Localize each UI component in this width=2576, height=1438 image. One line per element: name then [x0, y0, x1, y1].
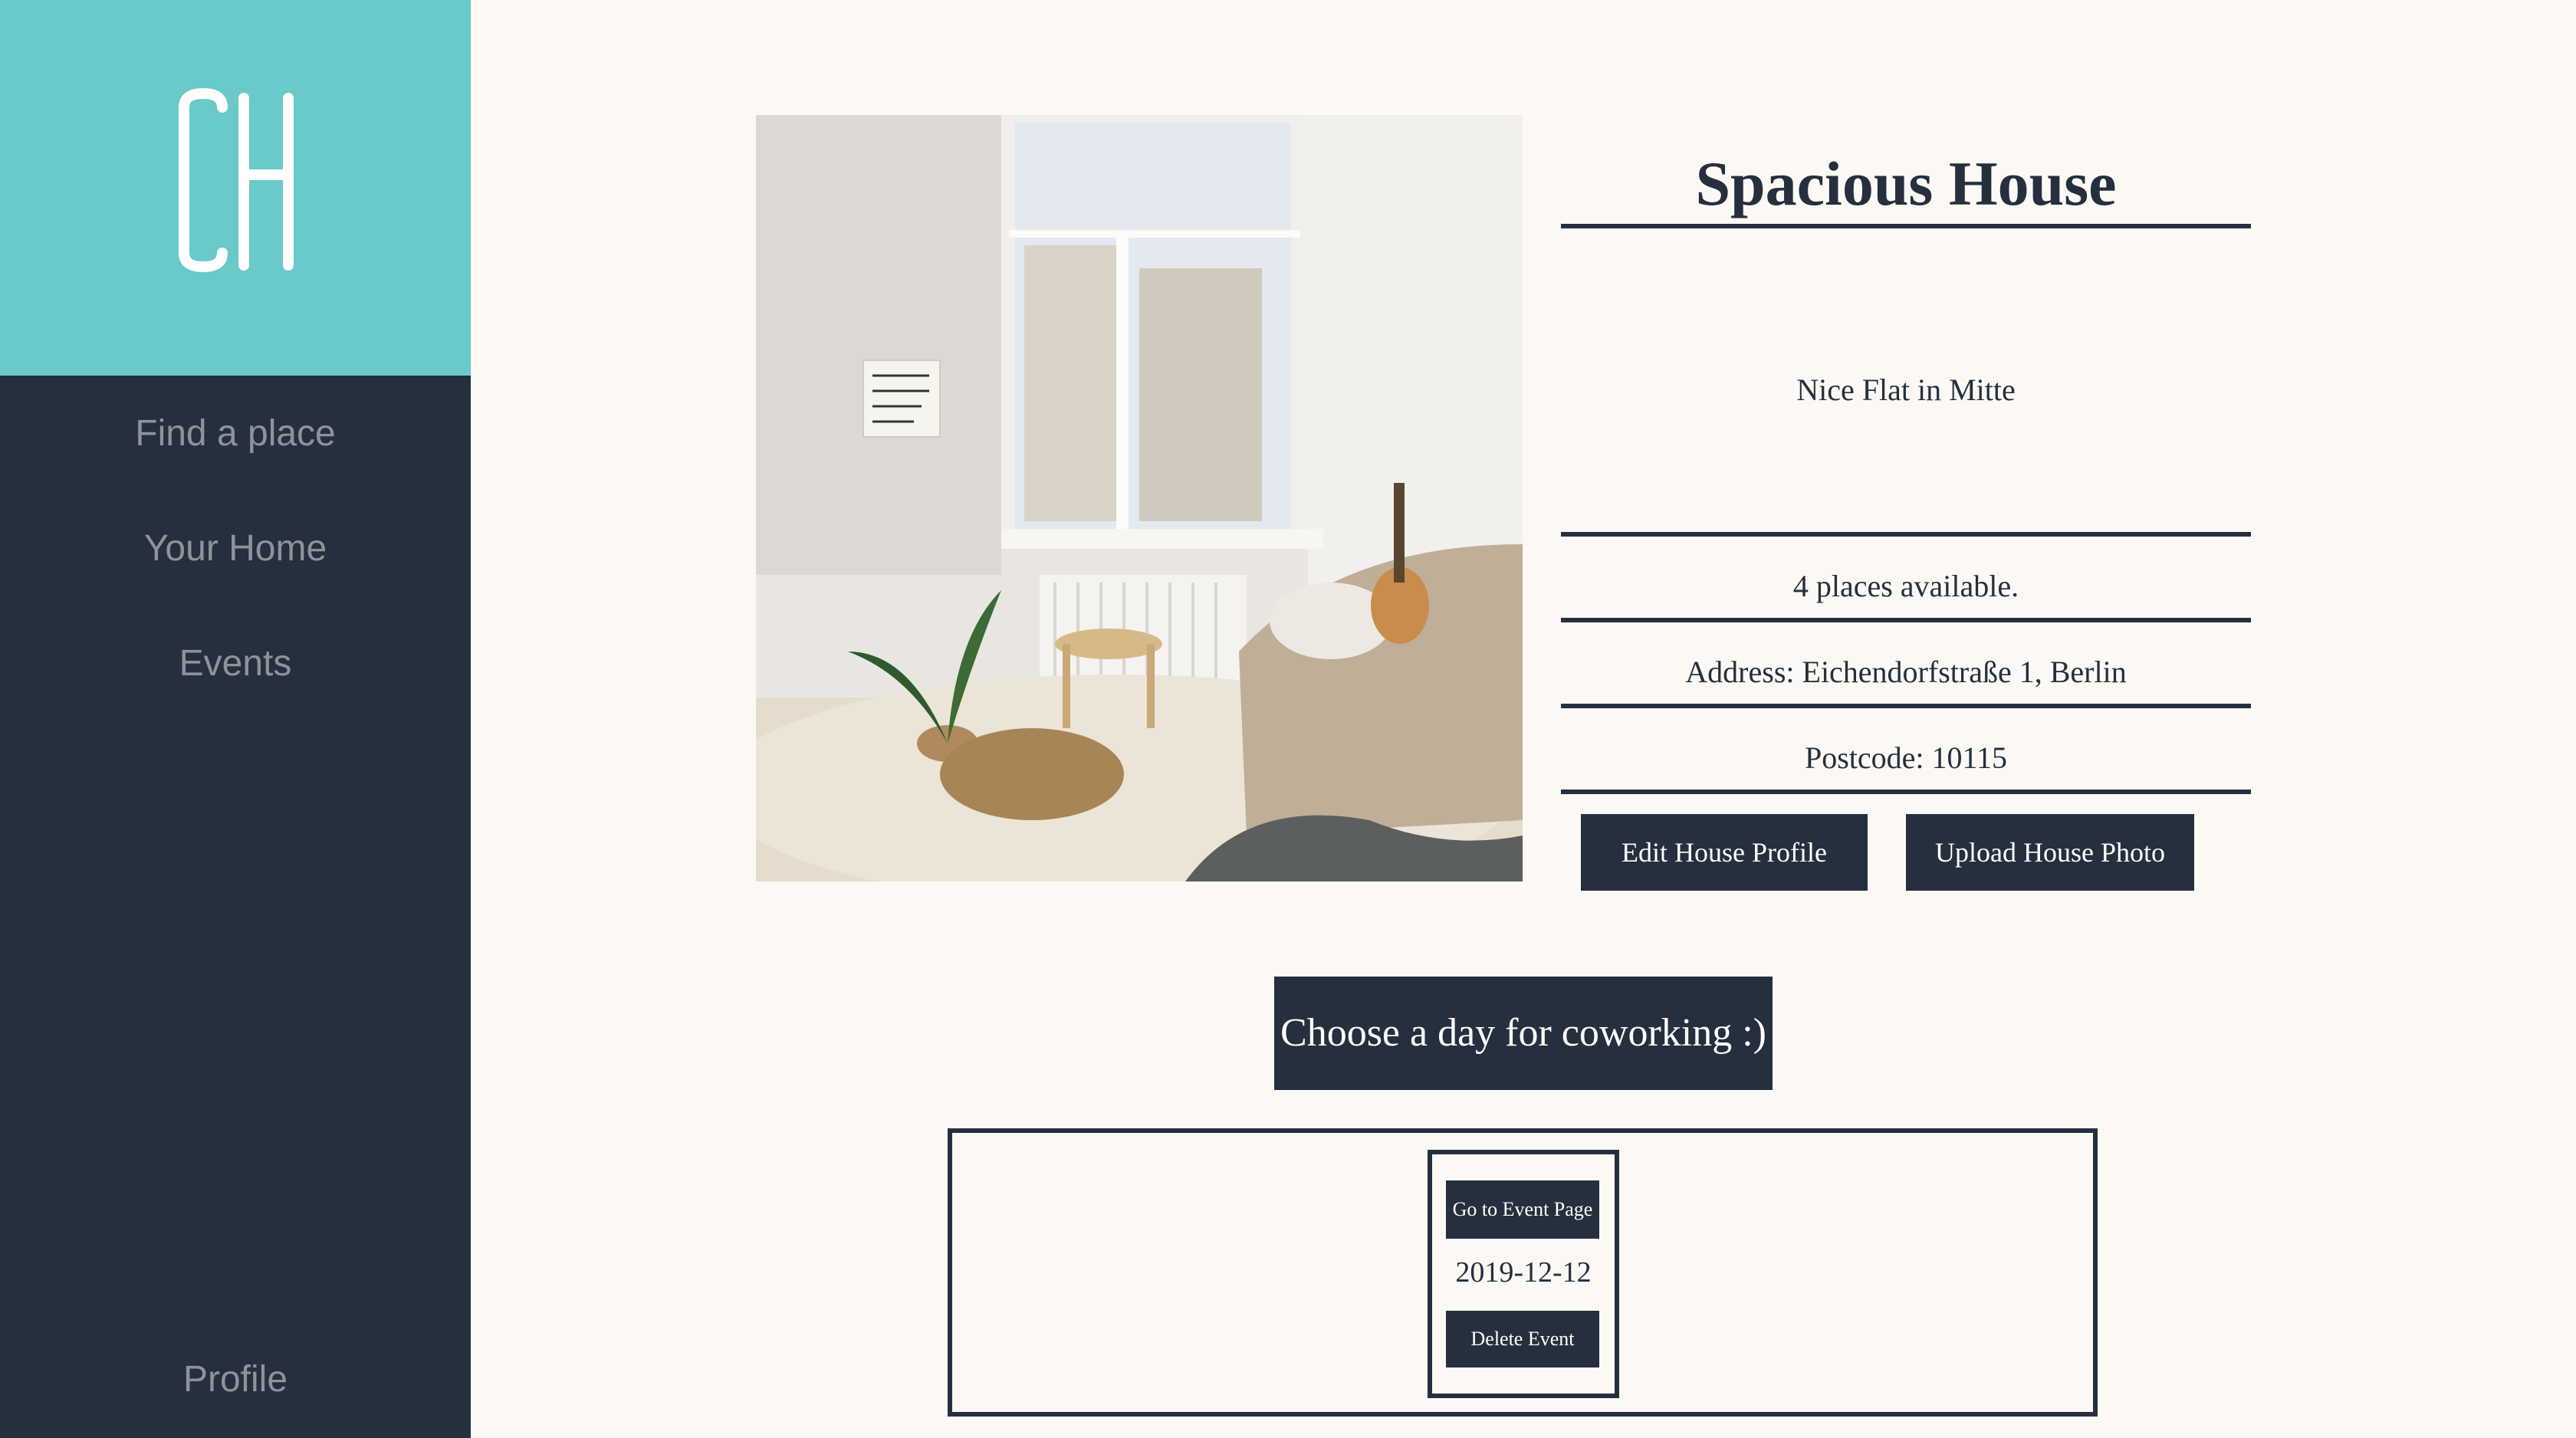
house-title: Spacious House [1695, 149, 2117, 218]
divider [1561, 704, 2251, 708]
go-to-event-page-button[interactable]: Go to Event Page [1446, 1180, 1599, 1239]
house-postcode: Postcode: 10115 [1804, 740, 2008, 775]
divider [1561, 790, 2251, 794]
nav-events[interactable]: Events [0, 641, 471, 687]
event-date: 2019-12-12 [1455, 1256, 1592, 1289]
upload-house-photo-button[interactable]: Upload House Photo [1906, 814, 2194, 891]
house-address: Address: Eichendorfstraße 1, Berlin [1685, 655, 2127, 689]
edit-house-profile-button[interactable]: Edit House Profile [1581, 814, 1868, 891]
house-description: Nice Flat in Mitte [1796, 373, 2016, 407]
nav-profile[interactable]: Profile [0, 1357, 471, 1403]
logo[interactable] [0, 0, 471, 376]
divider [1561, 224, 2251, 228]
house-photo [756, 115, 1523, 882]
logo-mark [179, 87, 294, 273]
divider [1561, 532, 2251, 537]
places-available: 4 places available. [1792, 569, 2019, 603]
nav-find-a-place[interactable]: Find a place [0, 411, 471, 457]
delete-event-button[interactable]: Delete Event [1446, 1311, 1599, 1367]
sidebar: Find a place Your Home Events Profile [0, 0, 471, 1438]
divider [1561, 618, 2251, 622]
choose-coworking-day-button[interactable]: Choose a day for coworking :) [1274, 977, 1773, 1090]
nav-your-home[interactable]: Your Home [0, 526, 471, 572]
